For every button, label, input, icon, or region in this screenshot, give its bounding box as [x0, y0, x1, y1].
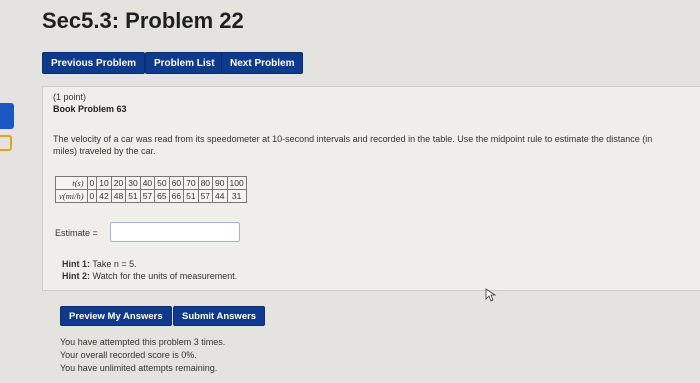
attempts-status: You have attempted this problem 3 times.	[60, 337, 226, 347]
table-row-header: t(s)	[55, 176, 88, 190]
table-cell: 70	[183, 176, 199, 190]
table-cell: 30	[125, 176, 141, 190]
problem-source: Book Problem 63	[53, 104, 127, 114]
hint-1-label: Hint 1:	[62, 259, 90, 269]
hint-1: Hint 1: Take n = 5.	[62, 259, 137, 269]
table-cell: 65	[154, 189, 170, 203]
table-cell: 57	[139, 189, 156, 203]
hint-2-label: Hint 2:	[62, 271, 90, 281]
table-cell: 50	[154, 176, 170, 190]
mouse-cursor-icon	[485, 288, 497, 302]
table-cell: 90	[212, 176, 228, 190]
previous-problem-button[interactable]: Previous Problem	[42, 52, 146, 74]
table-row: t(s) 0 10 20 30 40 50 60 70 80 90 100	[55, 176, 247, 190]
table-cell: 20	[110, 176, 127, 190]
data-table: t(s) 0 10 20 30 40 50 60 70 80 90 100 v(…	[55, 176, 247, 203]
page-title: Sec5.3: Problem 22	[42, 8, 244, 33]
table-cell: 10	[96, 176, 112, 190]
table-cell: 51	[183, 189, 199, 203]
table-cell: 48	[110, 189, 127, 203]
hint-2-text: Watch for the units of measurement.	[90, 271, 238, 281]
table-cell: 66	[168, 189, 185, 203]
preview-answers-button[interactable]: Preview My Answers	[60, 306, 172, 326]
estimate-label: Estimate =	[55, 228, 98, 238]
table-cell: 0	[86, 176, 98, 190]
hint-1-text: Take n = 5.	[90, 259, 137, 269]
table-row: v(mi/h) 0 42 48 51 57 65 66 51 57 44 31	[55, 189, 247, 203]
table-cell: 44	[212, 189, 228, 203]
next-problem-button[interactable]: Next Problem	[221, 52, 304, 74]
table-cell: 31	[226, 189, 247, 203]
problem-points: (1 point)	[53, 92, 87, 102]
table-cell: 40	[139, 176, 156, 190]
problem-list-button[interactable]: Problem List	[145, 52, 224, 74]
table-cell: 51	[125, 189, 141, 203]
remaining-attempts-status: You have unlimited attempts remaining.	[60, 363, 218, 373]
table-cell: 60	[168, 176, 185, 190]
score-status: Your overall recorded score is 0%.	[60, 350, 197, 360]
table-cell: 57	[197, 189, 214, 203]
table-row-header: v(mi/h)	[55, 189, 88, 203]
submit-answers-button[interactable]: Submit Answers	[173, 306, 266, 326]
hint-2: Hint 2: Watch for the units of measureme…	[62, 271, 237, 281]
estimate-input[interactable]	[110, 222, 240, 242]
table-cell: 42	[96, 189, 112, 203]
table-cell: 0	[86, 189, 98, 203]
side-tab-secondary[interactable]	[0, 135, 12, 151]
table-cell: 100	[226, 176, 247, 190]
problem-statement: The velocity of a car was read from its …	[53, 134, 653, 156]
table-cell: 80	[197, 176, 214, 190]
side-tab[interactable]	[0, 103, 14, 129]
